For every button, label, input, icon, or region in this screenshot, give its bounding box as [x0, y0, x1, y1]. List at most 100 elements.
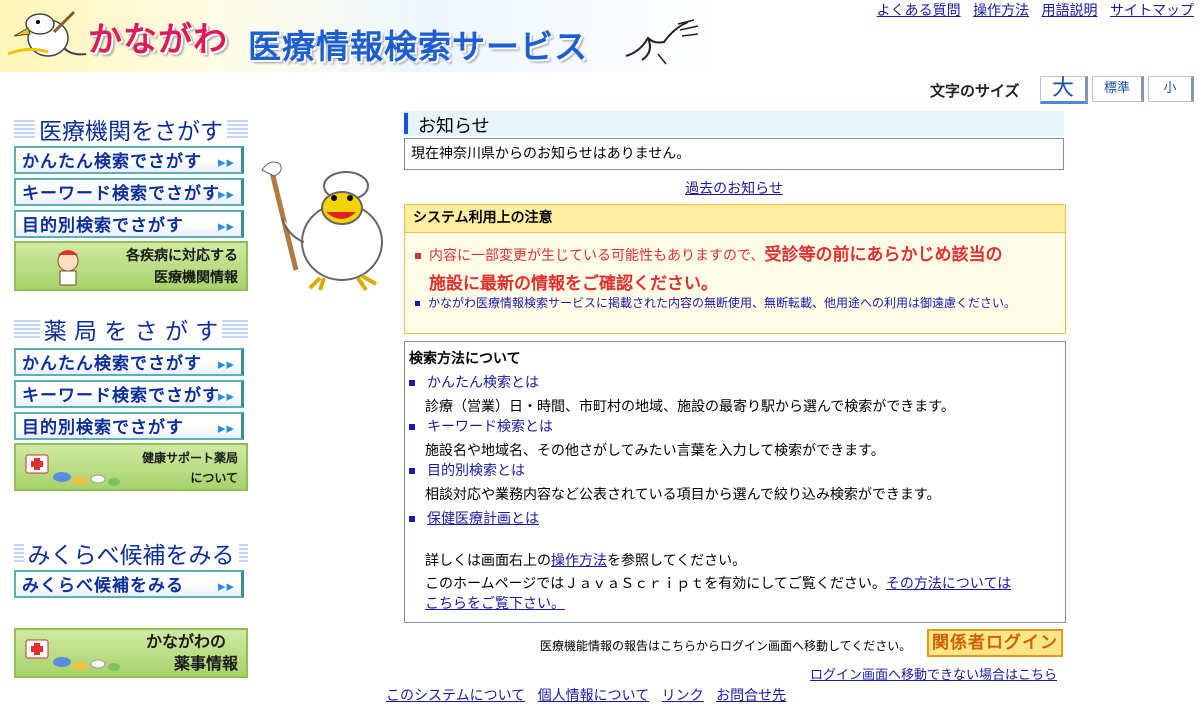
login-help-container: ログイン画面へ移動できない場合はこちら [810, 664, 1057, 683]
pharmacy-easy-search-button[interactable]: かんたん検索でさがす ▸▸ [14, 348, 244, 376]
logo-kanagawa[interactable]: かながわ [88, 12, 228, 61]
compare-candidates-label: みくらべ候補をみる [22, 576, 184, 596]
health-support-line2: について [190, 471, 238, 485]
seagull-icon [625, 19, 699, 65]
login-help-link[interactable]: ログイン画面へ移動できない場合はこちら [810, 668, 1057, 683]
staff-login-button[interactable]: 関係者ログイン [927, 629, 1063, 657]
bullet-icon [409, 424, 415, 430]
login-note: 医療機能情報の報告はこちらからログイン画面へ移動してください。 [540, 639, 912, 653]
past-notices-container: 過去のお知らせ [404, 178, 1064, 198]
mascot-logo-icon [7, 10, 87, 57]
howto-detail: 詳しくは画面右上の操作方法を参照してください。 [425, 550, 746, 570]
howto-easy-label[interactable]: かんたん検索とは [427, 375, 539, 391]
js-howto-link-2[interactable]: こちらをご覧下さい。 [425, 596, 565, 612]
font-size-normal-button[interactable]: 標準 [1092, 76, 1144, 102]
howto-js-pre: このホームページではＪａｖａＳｃｒｉｐｔを有効にしてご覧ください。 [425, 576, 886, 592]
howto-item: 保健医療計画とは [409, 508, 539, 528]
search-method-panel: 検索方法について かんたん検索とは 診療（営業）日・時間、市町村の地域、施設の最… [404, 341, 1066, 623]
privacy-link[interactable]: 個人情報について [538, 688, 650, 704]
pharmacy-section-title-text: 薬 局 を さ が す [39, 319, 223, 345]
caution-item1-bold-b: 施設に最新の情報をご確認ください。 [429, 274, 718, 294]
mascot-character-icon [261, 161, 383, 292]
pharmacy-purpose-search-label: 目的別検索でさがす [22, 418, 184, 438]
disease-info-line1: 各疾病に対応する [126, 248, 238, 264]
search-method-title: 検索方法について [409, 351, 521, 367]
howto-detail-pre: 詳しくは画面右上の [425, 553, 551, 569]
howto-detail-post: を参照してください。 [607, 553, 747, 569]
double-chevron-icon: ▸▸ [217, 217, 235, 235]
medical-purpose-search-label: 目的別検索でさがす [22, 216, 184, 236]
bullet-icon [409, 380, 415, 386]
howto-item: 目的別検索とは [409, 460, 525, 480]
notice-title: お知らせ [418, 116, 490, 137]
health-support-pharmacy-button[interactable]: 健康サポート薬局 について [14, 443, 248, 491]
double-chevron-icon: ▸▸ [217, 577, 235, 595]
compare-section-title-text: みくらべ候補をみる [23, 543, 239, 569]
footer-links: このシステムについて 個人情報について リンク お問合せ先 [386, 685, 794, 705]
howto-item: かんたん検索とは [409, 372, 539, 392]
faq-link[interactable]: よくある質問 [877, 3, 961, 19]
notice-header-bar [404, 113, 408, 134]
pharmacy-keyword-search-button[interactable]: キーワード検索でさがす ▸▸ [14, 380, 244, 408]
notice-header: お知らせ [404, 111, 1064, 137]
howto-keyword-desc: 施設名や地域名、その他さがしてみたい言葉を入力して検索ができます。 [425, 443, 885, 459]
double-chevron-icon: ▸▸ [217, 387, 235, 405]
double-chevron-icon: ▸▸ [217, 419, 235, 437]
pharmacy-section-title: 薬 局 を さ が す [14, 312, 248, 345]
medical-easy-search-button[interactable]: かんたん検索でさがす ▸▸ [14, 146, 244, 174]
compare-section-title: みくらべ候補をみる [14, 536, 248, 569]
health-plan-link[interactable]: 保健医療計画とは [427, 511, 539, 527]
caution-item2-text: かながわ医療情報検索サービスに掲載された内容の無断使用、無断転載、他用途への利用… [428, 296, 1017, 310]
about-system-link[interactable]: このシステムについて [386, 688, 525, 704]
medicine-icon [25, 454, 120, 486]
system-caution-panel: システム利用上の注意 内容に一部変更が生じている可能性もありますので、受診等の前… [404, 204, 1066, 334]
sitemap-link[interactable]: サイトマップ [1110, 3, 1194, 19]
bullet-icon [415, 301, 420, 306]
bullet-icon [409, 516, 415, 522]
disease-medical-info-button[interactable]: 各疾病に対応する 医療機関情報 [14, 241, 248, 291]
pharma-info-line2: 薬事情報 [173, 654, 238, 673]
double-chevron-icon: ▸▸ [217, 185, 235, 203]
caution-item-update: 内容に一部変更が生じている可能性もありますので、受診等の前にあらかじめ該当の 施… [415, 241, 1055, 299]
howto-keyword-label[interactable]: キーワード検索とは [427, 419, 553, 435]
pharmacy-easy-search-label: かんたん検索でさがす [22, 354, 202, 374]
top-links: よくある質問 操作方法 用語説明 サイトマップ [869, 0, 1194, 20]
medicine-icon [25, 639, 120, 671]
medical-easy-search-label: かんたん検索でさがす [22, 152, 202, 172]
font-size-small-button[interactable]: 小 [1148, 76, 1194, 102]
health-support-line1: 健康サポート薬局 [141, 451, 238, 465]
compare-candidates-button[interactable]: みくらべ候補をみる ▸▸ [14, 570, 244, 598]
js-howto-link-1[interactable]: その方法については [886, 576, 1011, 592]
howto-purpose-label[interactable]: 目的別検索とは [427, 463, 525, 479]
caution-item1-bold-a: 受診等の前にあらかじめ該当の [764, 245, 1003, 265]
howto-link[interactable]: 操作方法 [973, 3, 1029, 19]
medical-keyword-search-button[interactable]: キーワード検索でさがす ▸▸ [14, 178, 244, 206]
caution-item1-plain: 内容に一部変更が生じている可能性もありますので、 [429, 248, 765, 264]
double-chevron-icon: ▸▸ [217, 153, 235, 171]
medical-keyword-search-label: キーワード検索でさがす [22, 184, 220, 204]
font-size-large-button[interactable]: 大 [1040, 76, 1088, 104]
glossary-link[interactable]: 用語説明 [1042, 3, 1098, 19]
medical-section-title-text: 医療機関をさがす [35, 119, 227, 145]
disease-info-line2: 医療機関情報 [154, 270, 238, 286]
font-size-label: 文字のサイズ [930, 82, 1020, 100]
doctor-character-icon [57, 250, 79, 286]
pharmacy-keyword-search-label: キーワード検索でさがす [22, 386, 220, 406]
kanagawa-pharma-info-button[interactable]: かながわの 薬事情報 [14, 628, 248, 678]
medical-purpose-search-button[interactable]: 目的別検索でさがす ▸▸ [14, 210, 244, 238]
links-link[interactable]: リンク [662, 688, 704, 704]
howto-item: キーワード検索とは [409, 416, 553, 436]
howto-purpose-desc: 相談対応や業務内容など公表されている項目から選んで絞り込み検索ができます。 [425, 487, 941, 503]
pharma-info-line1: かながわの [145, 632, 226, 651]
medical-section-title: 医療機関をさがす [14, 112, 248, 145]
howto-javascript: このホームページではＪａｖａＳｃｒｉｐｔを有効にしてご覧ください。その方法につい… [425, 574, 1061, 614]
bullet-icon [409, 468, 415, 474]
pharmacy-purpose-search-button[interactable]: 目的別検索でさがす ▸▸ [14, 412, 244, 440]
logo-service-title[interactable]: 医療情報検索サービス [248, 20, 588, 68]
caution-item-copyright: かながわ医療情報検索サービスに掲載された内容の無断使用、無断転載、他用途への利用… [415, 295, 1055, 312]
howto-easy-desc: 診療（営業）日・時間、市町村の地域、施設の最寄り駅から選んで検索ができます。 [425, 399, 955, 415]
notice-body: 現在神奈川県からのお知らせはありません。 [404, 138, 1064, 170]
contact-link[interactable]: お問合せ先 [716, 688, 786, 704]
past-notices-link[interactable]: 過去のお知らせ [685, 181, 783, 197]
howto-operation-link[interactable]: 操作方法 [551, 553, 607, 569]
